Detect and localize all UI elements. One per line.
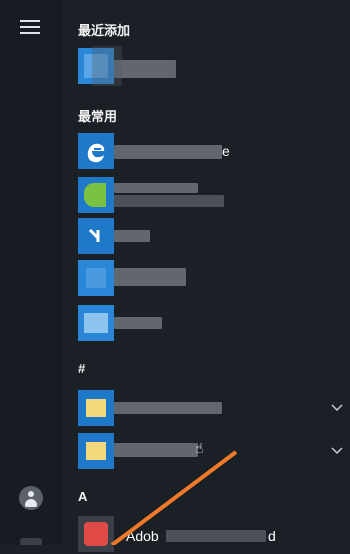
app-name-redacted <box>114 317 162 329</box>
folder-shape <box>86 399 106 417</box>
app-list-item[interactable] <box>72 258 350 298</box>
avatar-body <box>25 499 37 507</box>
documents-icon-partial[interactable] <box>20 538 42 545</box>
app-list-item[interactable]: Adob d <box>72 514 350 554</box>
app-list-item[interactable]: e <box>72 131 350 171</box>
app-list-item[interactable] <box>72 303 350 343</box>
app-name-redacted <box>114 145 222 159</box>
folder-list-item[interactable] <box>72 388 350 428</box>
left-rail <box>0 0 62 545</box>
app-name-redacted <box>114 60 176 78</box>
redaction-blur <box>92 46 122 86</box>
app-name-redacted <box>114 230 150 242</box>
folder-icon <box>78 390 114 426</box>
app-tile-inner <box>84 183 106 207</box>
app-name-suffix: d <box>268 528 276 544</box>
app-list-item[interactable] <box>72 46 350 86</box>
app-tile-inner <box>86 268 106 288</box>
app-name-redacted <box>114 268 186 286</box>
app-name-redacted <box>114 183 198 193</box>
folder-name-redacted <box>114 443 198 457</box>
app-name: Adob <box>126 528 159 544</box>
chevron-down-glyph <box>331 404 343 412</box>
app-tile-icon <box>78 260 114 296</box>
app-name-redacted <box>166 530 266 542</box>
section-header-hash[interactable]: # <box>78 361 85 376</box>
adobe-app-icon <box>78 516 114 552</box>
folder-shape <box>86 442 106 460</box>
avatar-head <box>28 491 34 497</box>
app-tile-icon <box>78 218 114 254</box>
app-name-redacted <box>114 195 224 207</box>
section-header-frequent[interactable]: 最常用 <box>78 106 117 125</box>
app-list-item[interactable] <box>72 175 350 215</box>
mouse-cursor-icon: ☝ <box>195 440 204 456</box>
section-header-recent[interactable]: 最近添加 <box>78 20 130 39</box>
edge-logo <box>87 143 105 163</box>
menu-line <box>20 26 40 28</box>
menu-line <box>20 20 40 22</box>
chevron-down-glyph <box>331 447 343 455</box>
chevron-down-icon[interactable] <box>330 443 344 457</box>
adobe-logo <box>84 522 108 546</box>
edge-browser-icon <box>78 133 114 169</box>
app-list-item[interactable] <box>72 216 350 256</box>
folder-list-item[interactable] <box>72 431 350 471</box>
app-name-suffix: e <box>222 143 230 159</box>
user-account-icon[interactable] <box>19 486 43 510</box>
app-tile-icon <box>78 177 114 213</box>
folder-icon <box>78 433 114 469</box>
menu-line <box>20 32 40 34</box>
section-header-a[interactable]: A <box>78 489 87 504</box>
hamburger-icon[interactable] <box>20 20 40 34</box>
app-tile-inner <box>84 313 108 333</box>
app-tile-icon <box>78 305 114 341</box>
folder-name-redacted <box>114 402 222 414</box>
chevron-down-icon[interactable] <box>330 400 344 414</box>
app-glyph <box>88 228 100 242</box>
